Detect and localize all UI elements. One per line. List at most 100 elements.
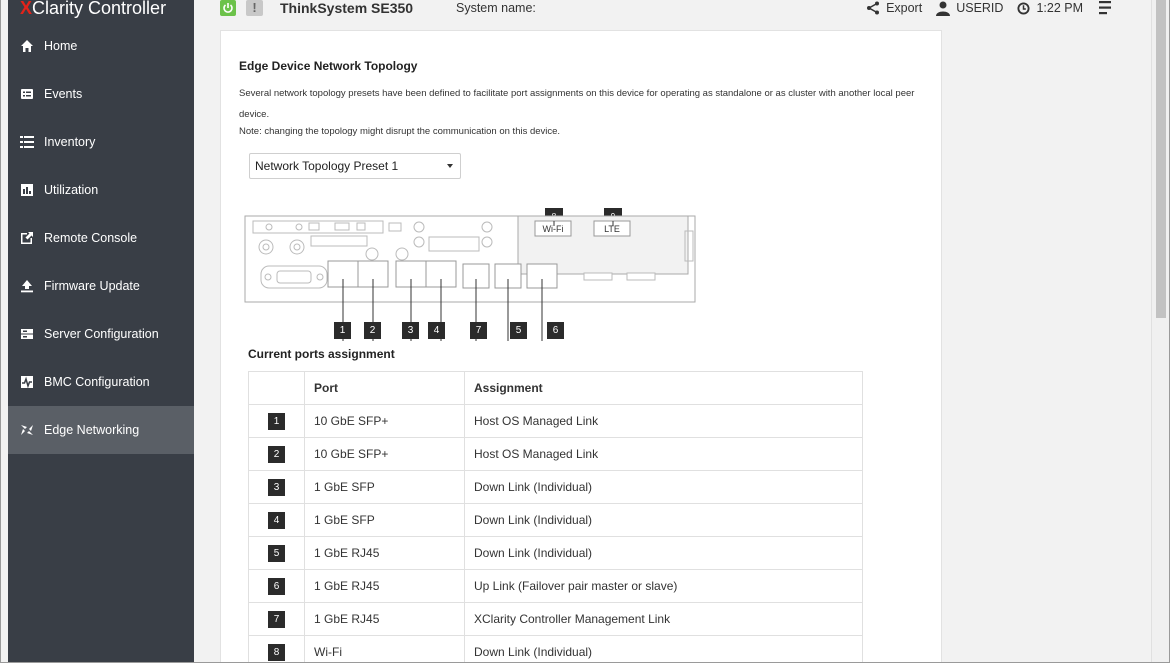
network-icon: [20, 423, 34, 437]
lte-label: LTE: [604, 224, 620, 234]
sidebar-item-label: Inventory: [44, 135, 96, 149]
system-model: ThinkSystem SE350: [280, 0, 414, 16]
port-number-badge: 4: [268, 511, 285, 529]
badge-4: 4: [428, 322, 445, 339]
sidebar-item-remote-console[interactable]: Remote Console: [8, 214, 194, 262]
assignment-cell: Host OS Managed Link: [464, 437, 863, 471]
port-number-badge: 8: [268, 643, 285, 661]
system-name-label: System name:: [456, 1, 536, 15]
port-number-badge: 7: [268, 610, 285, 628]
app-logo[interactable]: XClarity Controller: [8, 0, 194, 20]
sidebar-item-label: BMC Configuration: [44, 375, 150, 389]
warning-icon[interactable]: !: [246, 0, 263, 16]
sidebar: XClarity Controller Home Events Inventor…: [8, 0, 194, 662]
upload-icon: [20, 279, 34, 293]
user-icon: [936, 1, 951, 16]
port-type-cell: 1 GbE RJ45: [304, 536, 465, 570]
clock-display: 1:22 PM: [1017, 1, 1083, 15]
port-type-cell: 1 GbE RJ45: [304, 602, 465, 636]
assignment-cell: Down Link (Individual): [464, 536, 863, 570]
sidebar-item-label: Firmware Update: [44, 279, 140, 293]
port-number-cell: 3: [248, 470, 305, 504]
port-type-cell: Wi-Fi: [304, 635, 465, 662]
events-icon: [20, 87, 34, 101]
share-icon: [867, 1, 880, 15]
badge-6: 6: [547, 322, 564, 339]
user-label: USERID: [956, 1, 1004, 15]
user-menu[interactable]: USERID: [936, 1, 1003, 16]
top-header: ! ThinkSystem SE350 System name: Export …: [194, 0, 1131, 22]
table-row: 6 1 GbE RJ45 Up Link (Failover pair master…: [248, 569, 863, 603]
table-row: 2 10 GbE SFP+ Host OS Managed Link: [248, 437, 863, 471]
table-row: 4 1 GbE SFP Down Link (Individual): [248, 503, 863, 537]
assignment-cell: Up Link (Failover pair master or slave): [464, 569, 863, 603]
port-number-badge: 6: [268, 577, 285, 595]
port-number-cell: 1: [248, 404, 305, 438]
sidebar-item-label: Remote Console: [44, 231, 138, 245]
table-row: 7 1 GbE RJ45 XClarity Controller Managemen…: [248, 602, 863, 636]
assignment-cell: Down Link (Individual): [464, 635, 863, 662]
table-header-row: Port Assignment: [248, 371, 863, 405]
menu-icon: [1099, 1, 1111, 15]
table-row: 1 10 GbE SFP+ Host OS Managed Link: [248, 404, 863, 438]
main-card: Edge Device Network Topology Several net…: [220, 30, 943, 662]
col-header-port: Port: [304, 371, 465, 405]
list-icon: [20, 135, 34, 149]
vertical-scrollbar[interactable]: [1151, 0, 1169, 662]
chevron-down-icon: [447, 164, 453, 168]
sidebar-item-bmc-configuration[interactable]: BMC Configuration: [8, 358, 194, 406]
port-number-badge: 2: [268, 445, 285, 463]
sidebar-item-home[interactable]: Home: [8, 22, 194, 70]
server-icon: [20, 327, 34, 341]
time-label: 1:22 PM: [1036, 1, 1083, 15]
ports-table: Port Assignment 1 10 GbE SFP+ Host OS Mana…: [248, 371, 863, 662]
port-badges: 1 2 3 4 7 5 6: [221, 320, 943, 339]
port-number-badge: 1: [268, 412, 285, 430]
col-header-assignment: Assignment: [464, 371, 863, 405]
sidebar-item-label: Server Configuration: [44, 327, 159, 341]
logo-controller: Controller: [83, 0, 167, 18]
bar-chart-icon: [20, 183, 34, 197]
wifi-label: Wi-Fi: [543, 224, 564, 234]
sidebar-item-events[interactable]: Events: [8, 70, 194, 118]
ports-table-body: 1 10 GbE SFP+ Host OS Managed Link 2 10 GbE …: [248, 404, 863, 662]
sidebar-item-firmware-update[interactable]: Firmware Update: [8, 262, 194, 310]
pulse-icon: [20, 375, 34, 389]
menu-button[interactable]: [1097, 1, 1119, 15]
sidebar-item-utilization[interactable]: Utilization: [8, 166, 194, 214]
logo-clarity: Clarity: [32, 0, 84, 18]
page-title: Edge Device Network Topology: [239, 59, 418, 73]
clock-icon: [1017, 1, 1030, 15]
power-status-icon[interactable]: [220, 0, 236, 16]
page-note: Note: changing the topology might disrup…: [239, 126, 561, 137]
sidebar-item-label: Utilization: [44, 183, 99, 197]
port-type-cell: 1 GbE SFP: [304, 503, 465, 537]
assignment-cell: Host OS Managed Link: [464, 404, 863, 438]
port-number-badge: 3: [268, 478, 285, 496]
device-diagram: 8 9 Wi-Fi LTE: [244, 208, 696, 341]
export-label: Export: [886, 1, 923, 15]
port-type-cell: 10 GbE SFP+: [304, 404, 465, 438]
sidebar-item-server-configuration[interactable]: Server Configuration: [8, 310, 194, 358]
scrollbar-thumb[interactable]: [1156, 0, 1166, 318]
badge-3: 3: [402, 322, 419, 339]
sidebar-item-label: Events: [44, 87, 83, 101]
external-link-icon: [20, 231, 34, 245]
port-number-badge: 5: [268, 544, 285, 562]
badge-1: 1: [334, 322, 351, 339]
badge-7: 7: [470, 322, 487, 339]
port-number-cell: 6: [248, 569, 305, 603]
port-number-cell: 2: [248, 437, 305, 471]
port-number-cell: 7: [248, 602, 305, 636]
sidebar-item-label: Home: [44, 39, 78, 53]
assignment-cell: XClarity Controller Management Link: [464, 602, 863, 636]
logo-x: X: [20, 0, 33, 18]
export-button[interactable]: Export: [866, 1, 922, 15]
port-number-cell: 8: [248, 635, 305, 662]
col-header-num: [248, 371, 305, 405]
sidebar-item-edge-networking[interactable]: Edge Networking: [8, 406, 194, 454]
sidebar-item-inventory[interactable]: Inventory: [8, 118, 194, 166]
table-row: 5 1 GbE RJ45 Down Link (Individual): [248, 536, 863, 570]
port-number-cell: 5: [248, 536, 305, 570]
assignment-cell: Down Link (Individual): [464, 503, 863, 537]
